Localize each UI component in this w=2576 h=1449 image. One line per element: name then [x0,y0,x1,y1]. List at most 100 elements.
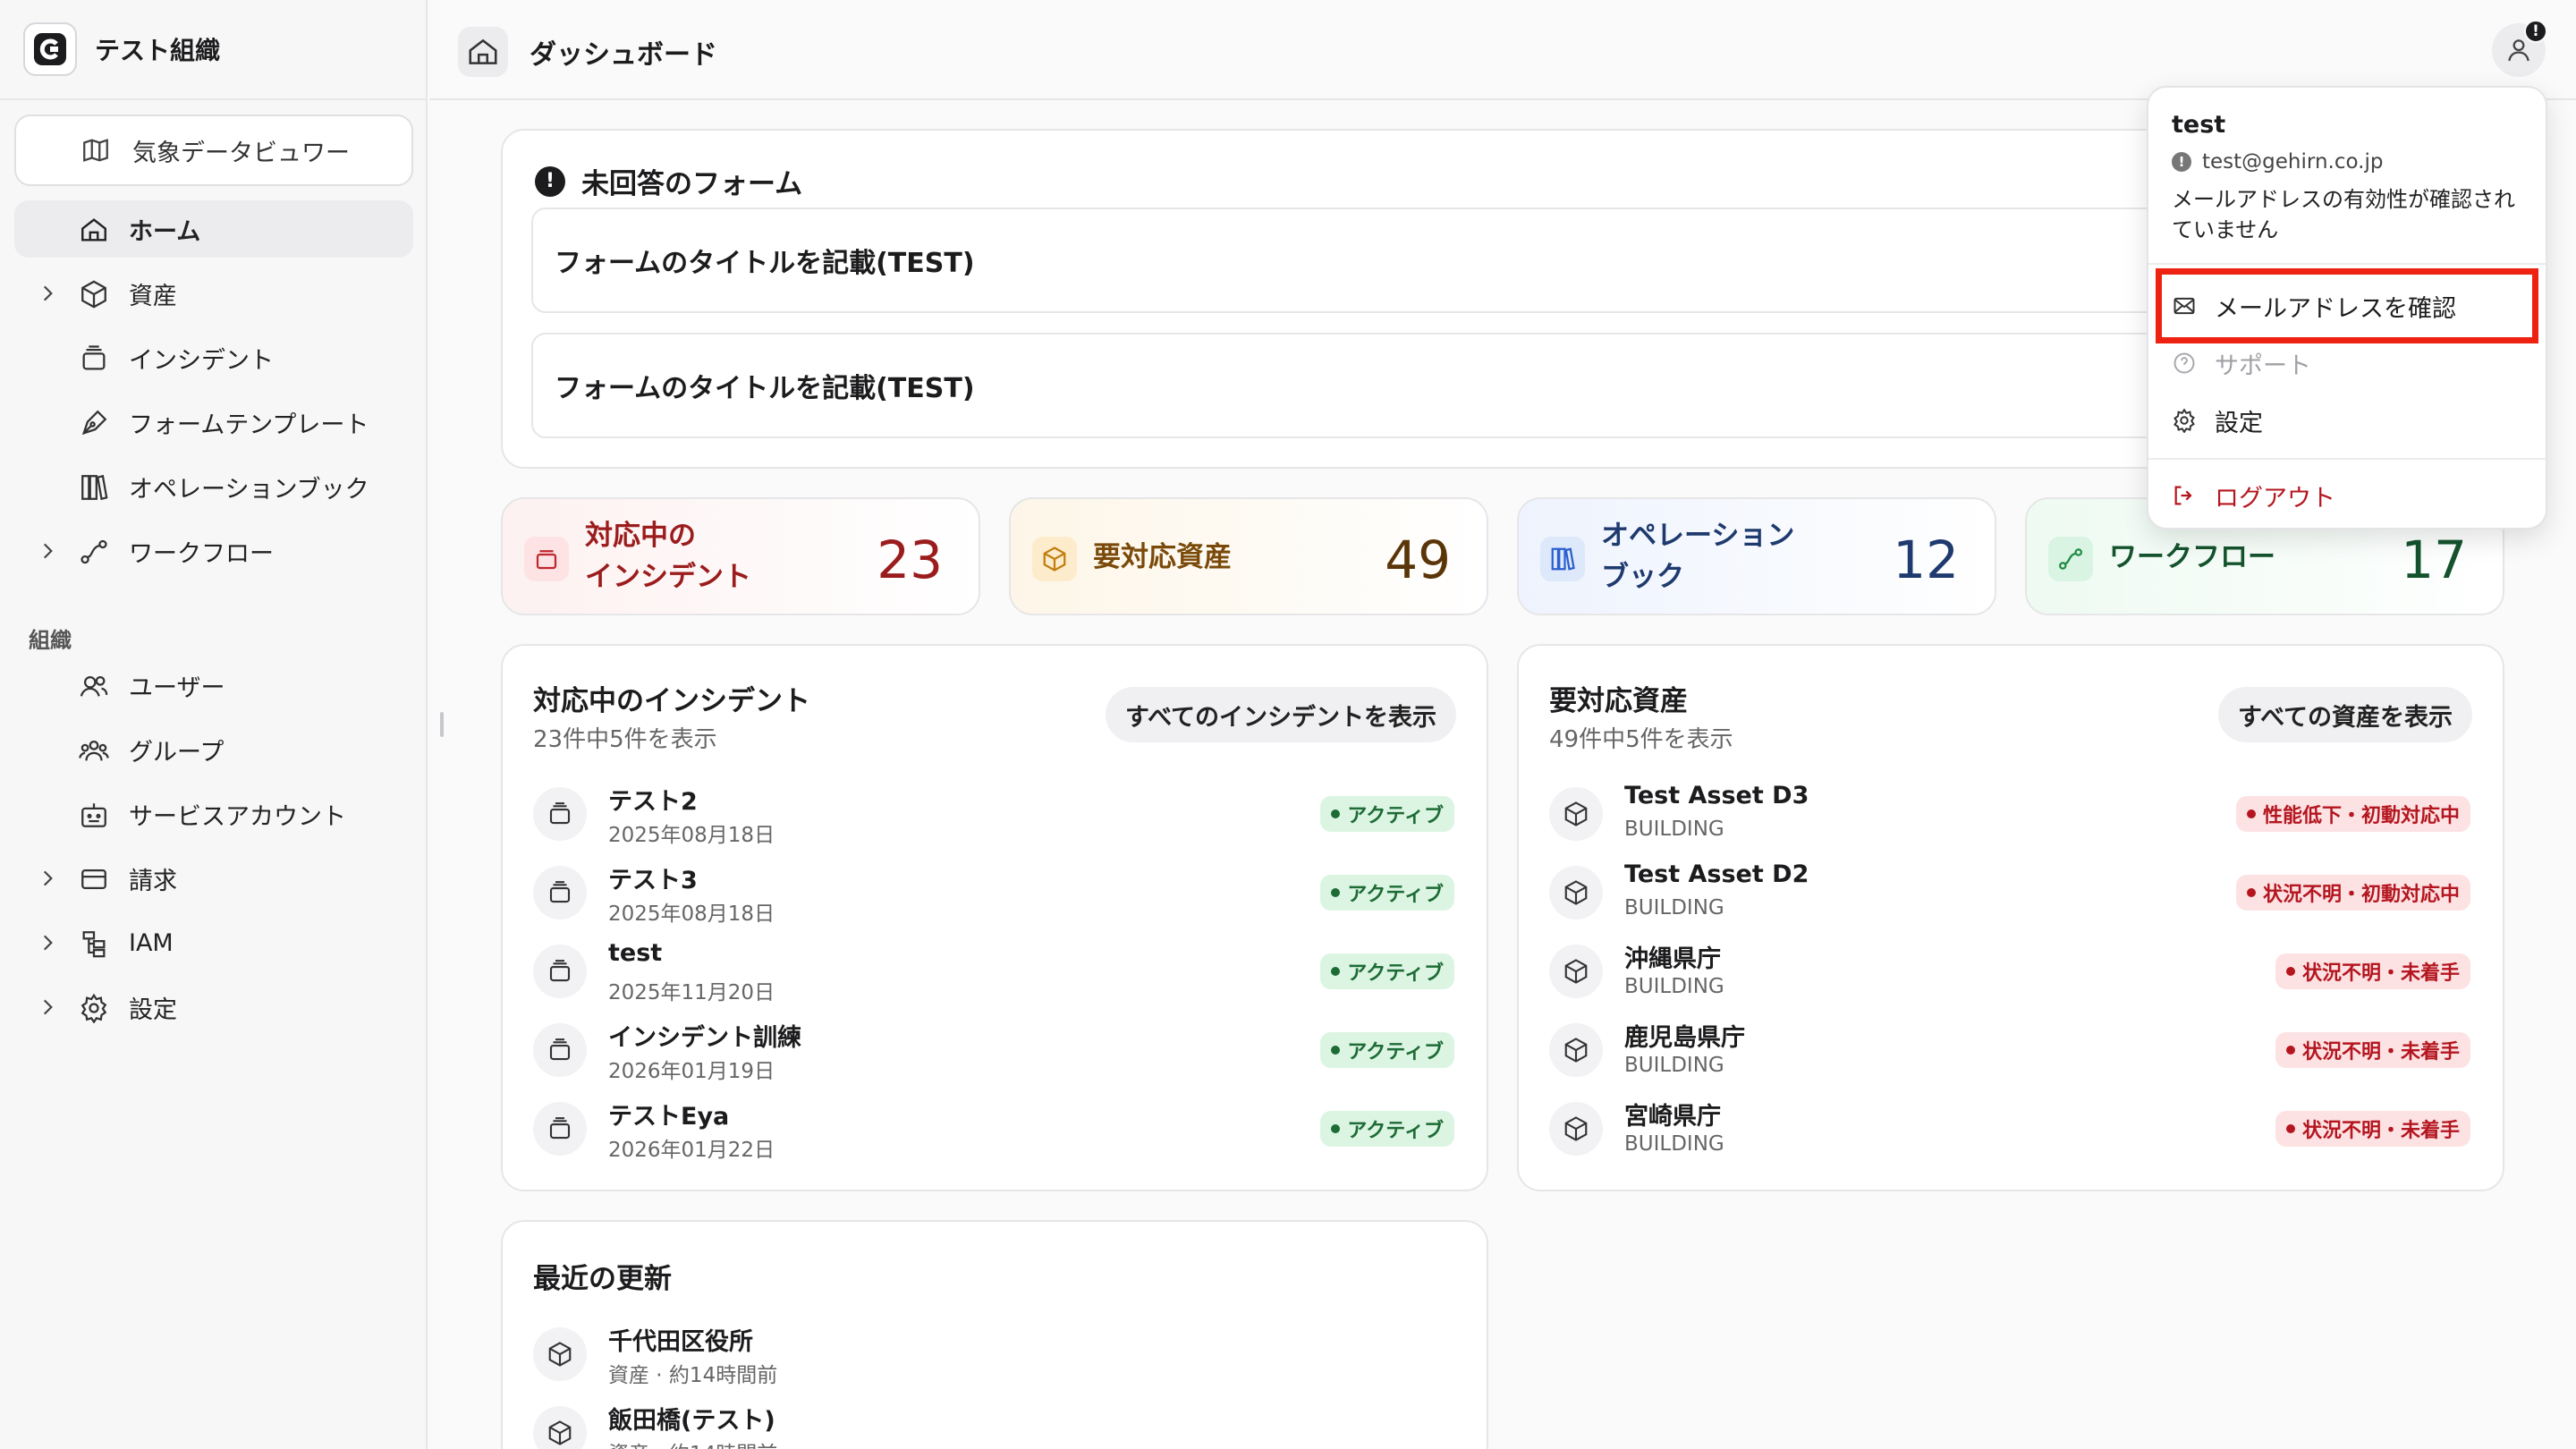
sidebar-item-label: サービスアカウント [129,802,346,831]
stat-value: 49 [1385,530,1451,590]
status-badge: 状況不明・未着手 [2275,953,2470,989]
bot-icon [79,800,109,830]
cube-icon [1549,945,1603,998]
chevron-right-icon[interactable] [36,930,59,955]
asset-type: BUILDING [1624,975,1724,998]
incident-row[interactable]: テスト3 2025年08月18日 アクティブ [533,857,1454,928]
sidebar-item-label: オペレーションブック [129,475,369,504]
hierarchy-icon [79,928,109,959]
sidebar-item-label: グループ [129,738,225,767]
weather-viewer-button[interactable]: 気象データビュワー [14,114,413,186]
asset-row[interactable]: 沖縄県庁 BUILDING 状況不明・未着手 [1549,936,2470,1007]
stack-icon [533,1023,587,1077]
help-circle-icon [2172,351,2197,376]
sidebar-item-incidents[interactable]: インシデント [14,329,413,386]
stat-card-assets[interactable]: 要対応資産 49 [1009,497,1488,615]
org-name: テスト組織 [95,36,221,65]
status-badge: 性能低下・初動対応中 [2235,796,2470,832]
sidebar-item-label: 請求 [129,867,177,895]
card-subtitle: 49件中5件を表示 [1549,726,1733,753]
stack-icon [79,343,109,374]
user-name: test [2172,111,2226,139]
sidebar: テスト組織 気象データビュワー ホーム 資産 インシデント フォームテンプレート… [0,0,428,1449]
view-all-incidents-button[interactable]: すべてのインシデントを表示 [1105,687,1456,742]
incident-row[interactable]: テストEya 2026年01月22日 アクティブ [533,1093,1454,1165]
stat-card-incidents[interactable]: 対応中の インシデント 23 [501,497,980,615]
menu-divider [2148,263,2546,265]
group-icon [79,735,109,766]
sidebar-item-iam[interactable]: IAM [14,914,413,971]
status-badge: 状況不明・初動対応中 [2235,875,2470,911]
recent-update-row[interactable]: 飯田橋(テスト) 資産 · 約14時間前 [533,1397,1454,1449]
sidebar-item-assets[interactable]: 資産 [14,265,413,322]
org-section-label: 組織 [29,628,72,653]
home-icon [79,215,109,245]
cube-icon [1032,537,1077,581]
cube-icon [1549,787,1603,841]
chevron-right-icon[interactable] [36,866,59,891]
stat-label: 要対応資産 [1093,541,1232,573]
sidebar-item-settings[interactable]: 設定 [14,979,413,1036]
support-menu-item[interactable]: サポート [2172,338,2311,388]
sidebar-item-groups[interactable]: グループ [14,721,413,778]
incident-date: 2025年11月20日 [608,981,775,1004]
sidebar-item-label: 設定 [129,996,177,1024]
stack-icon [533,945,587,998]
asset-row[interactable]: 宮崎県庁 BUILDING 状況不明・未着手 [1549,1093,2470,1165]
stat-label: ワークフロー [2109,541,2275,573]
stat-card-operation-books[interactable]: オペレーション ブック 12 [1517,497,1996,615]
chevron-right-icon[interactable] [36,995,59,1020]
wallet-icon [79,864,109,894]
user-email: test@gehirn.co.jp [2202,150,2384,174]
status-badge: 状況不明・未着手 [2275,1111,2470,1147]
cube-icon [533,1327,587,1381]
sidebar-resize-handle[interactable] [440,712,444,737]
asset-row[interactable]: Test Asset D3 BUILDING 性能低下・初動対応中 [1549,778,2470,850]
cube-icon [1549,1102,1603,1156]
incident-date: 2026年01月19日 [608,1060,775,1083]
map-icon [80,135,111,165]
incident-row[interactable]: テスト2 2025年08月18日 アクティブ [533,778,1454,850]
pen-icon [79,408,109,438]
verify-email-label: メールアドレスを確認 [2215,294,2456,323]
sidebar-item-operation-books[interactable]: オペレーションブック [14,458,413,515]
incident-date: 2026年01月22日 [608,1139,775,1162]
stack-icon [533,1102,587,1156]
user-avatar-button[interactable]: ! [2492,20,2547,77]
asset-row[interactable]: Test Asset D2 BUILDING 状況不明・初動対応中 [1549,857,2470,928]
cube-icon [79,279,109,309]
cube-icon [1549,1023,1603,1077]
page-title: ダッシュボード [530,39,717,71]
status-badge: アクティブ [1320,953,1454,989]
incident-title: テスト3 [608,867,698,894]
books-icon [79,472,109,503]
chevron-right-icon[interactable] [36,281,59,306]
sidebar-item-label: ユーザー [129,674,225,702]
org-logo-icon [23,22,77,76]
sidebar-item-home[interactable]: ホーム [14,200,413,258]
asset-title: 鹿児島県庁 [1624,1024,1745,1052]
logout-menu-item[interactable]: ログアウト [2172,470,2335,521]
weather-viewer-label: 気象データビュワー [132,139,350,167]
recent-update-row[interactable]: 千代田区役所 資産 · 約14時間前 [533,1318,1454,1390]
sidebar-item-label: インシデント [129,346,274,375]
incident-row[interactable]: インシデント訓練 2026年01月19日 アクティブ [533,1014,1454,1086]
sidebar-item-users[interactable]: ユーザー [14,657,413,714]
org-switcher[interactable]: テスト組織 [0,0,426,100]
sidebar-item-billing[interactable]: 請求 [14,850,413,907]
sidebar-item-form-templates[interactable]: フォームテンプレート [14,394,413,451]
asset-row[interactable]: 鹿児島県庁 BUILDING 状況不明・未着手 [1549,1014,2470,1086]
recent-update-meta: 資産 · 約14時間前 [608,1364,778,1387]
incident-row[interactable]: test 2025年11月20日 アクティブ [533,936,1454,1007]
sidebar-item-service-accounts[interactable]: サービスアカウント [14,785,413,843]
stack-icon [533,866,587,919]
status-badge: アクティブ [1320,796,1454,832]
card-title: 対応中のインシデント [533,685,810,717]
stat-label: オペレーション ブック [1601,520,1795,593]
settings-menu-item[interactable]: 設定 [2172,395,2263,445]
view-all-assets-button[interactable]: すべての資産を表示 [2217,687,2472,742]
verify-email-menu-item[interactable]: メールアドレスを確認 [2172,281,2456,331]
sidebar-item-workflows[interactable]: ワークフロー [14,522,413,580]
chevron-right-icon[interactable] [36,538,59,564]
users-icon [79,671,109,701]
